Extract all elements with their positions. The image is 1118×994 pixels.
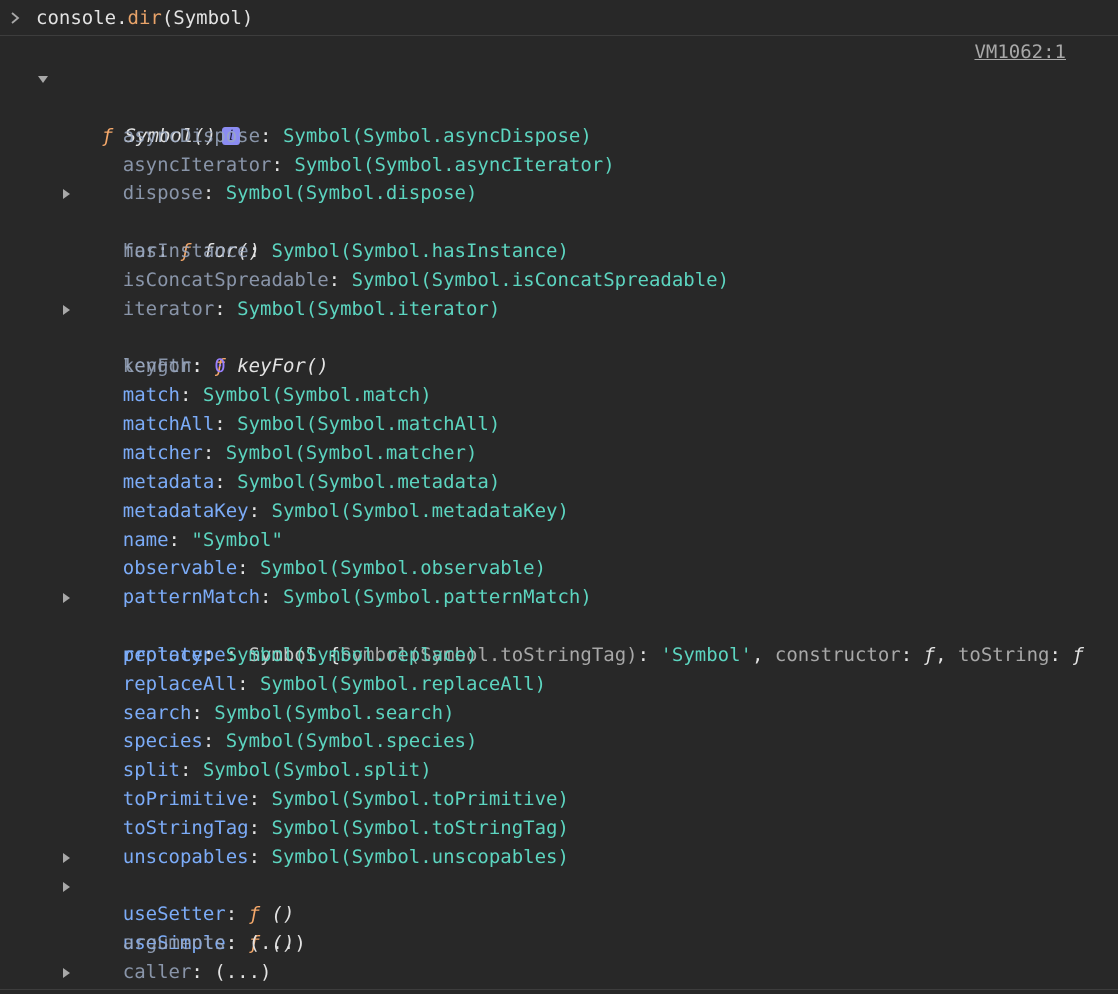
property-row-unscopables[interactable]: unscopables: Symbol(Symbol.unscopables) <box>0 814 1118 868</box>
property-row-caller[interactable]: caller: (...) <box>0 929 1118 983</box>
property-row-species[interactable]: species: Symbol(Symbol.species) <box>0 699 1118 752</box>
property-row-asyncIterator[interactable]: asyncIterator: Symbol(Symbol.asyncIterat… <box>0 122 1118 176</box>
property-row-matcher[interactable]: matcher: Symbol(Symbol.matcher) <box>0 410 1118 464</box>
triangle-down-icon[interactable] <box>37 64 49 93</box>
property-row-iterator[interactable]: iterator: Symbol(Symbol.iterator) <box>0 266 1118 320</box>
command-method: dir <box>127 7 162 29</box>
property-row-name[interactable]: name: "Symbol" <box>0 497 1118 551</box>
property-row-isConcatSpreadable[interactable]: isConcatSpreadable: Symbol(Symbol.isConc… <box>0 237 1118 291</box>
property-row-observable[interactable]: observable: Symbol(Symbol.observable) <box>0 526 1118 579</box>
command-args: (Symbol) <box>161 7 254 29</box>
property-row-useSetter[interactable]: useSetter: ƒ () <box>0 843 1118 925</box>
property-row-replaceAll[interactable]: replaceAll: Symbol(Symbol.replaceAll) <box>0 641 1118 695</box>
property-row-dispose[interactable]: dispose: Symbol(Symbol.dispose) <box>0 151 1118 204</box>
triangle-right-icon[interactable] <box>60 958 72 987</box>
property-row-arguments[interactable]: arguments: (...) <box>0 900 1118 954</box>
property-row-match[interactable]: match: Symbol(Symbol.match) <box>0 352 1118 406</box>
property-row-prototype-internal[interactable]: [[Prototype]]: ƒ () <box>0 958 1118 987</box>
chevron-right-icon <box>9 8 23 28</box>
property-row-useSimple[interactable]: useSimple: ƒ () <box>0 872 1118 954</box>
property-row-replace[interactable]: replace: Symbol(Symbol.replace) <box>0 612 1118 666</box>
property-row-metadataKey[interactable]: metadataKey: Symbol(Symbol.metadataKey) <box>0 468 1118 522</box>
property-row-asyncDispose[interactable]: asyncDispose: Symbol(Symbol.asyncDispose… <box>0 93 1118 147</box>
property-row-for[interactable]: for: ƒ for() <box>0 179 1118 262</box>
triangle-right-icon[interactable] <box>60 843 72 872</box>
command-object: console <box>36 7 117 29</box>
property-row-toPrimitive[interactable]: toPrimitive: Symbol(Symbol.toPrimitive) <box>0 756 1118 810</box>
triangle-right-icon[interactable] <box>60 295 72 324</box>
property-row-keyFor[interactable]: keyFor: ƒ keyFor() <box>0 295 1118 377</box>
source-location-link[interactable]: VM1062:1 <box>974 40 1066 64</box>
console-bottom-divider <box>0 989 1118 990</box>
property-row-metadata[interactable]: metadata: Symbol(Symbol.metadata) <box>0 439 1118 493</box>
property-row-toStringTag[interactable]: toStringTag: Symbol(Symbol.toStringTag) <box>0 785 1118 839</box>
property-row-length[interactable]: length: 0 <box>0 324 1118 377</box>
property-row-search[interactable]: search: Symbol(Symbol.search) <box>0 670 1118 724</box>
property-row-patternMatch[interactable]: patternMatch: Symbol(Symbol.patternMatch… <box>0 554 1118 608</box>
property-row-split[interactable]: split: Symbol(Symbol.split) <box>0 727 1118 781</box>
command-dot: . <box>116 7 128 29</box>
tree-root-row[interactable]: ƒ Symbol() i <box>0 64 1118 147</box>
property-row-hasInstance[interactable]: hasInstance: Symbol(Symbol.hasInstance) <box>0 208 1118 262</box>
object-tree: ƒ Symbol() i asyncDispose: Symbol(Symbol.… <box>0 64 1118 987</box>
property-row-prototype[interactable]: prototype: Symbol {Symbol(Symbol.toStrin… <box>0 583 1118 666</box>
console-command: console.dir(Symbol) <box>36 6 253 30</box>
triangle-right-icon[interactable] <box>60 583 72 612</box>
console-input-line[interactable]: console.dir(Symbol) <box>0 0 1118 36</box>
triangle-right-icon[interactable] <box>60 179 72 208</box>
triangle-right-icon[interactable] <box>60 872 72 901</box>
property-row-matchAll[interactable]: matchAll: Symbol(Symbol.matchAll) <box>0 381 1118 435</box>
